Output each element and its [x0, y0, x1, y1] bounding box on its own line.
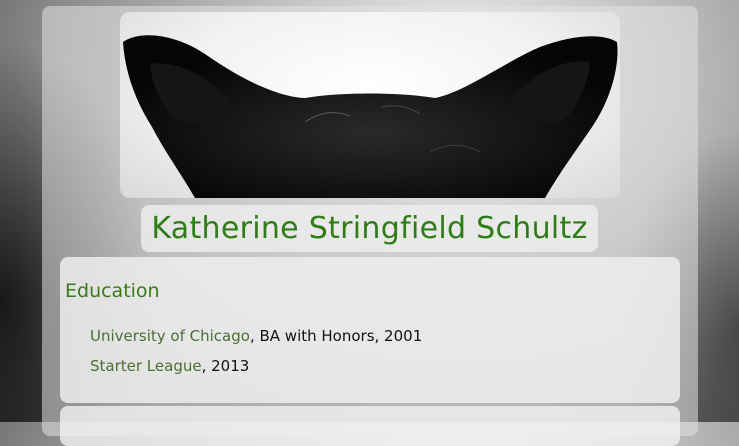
school-link-starter-league[interactable]: Starter League [90, 357, 202, 375]
header-photo [120, 12, 620, 198]
education-section: Education University of Chicago, BA with… [60, 257, 680, 403]
school-link-uchicago[interactable]: University of Chicago [90, 327, 250, 345]
education-detail: , 2013 [201, 357, 250, 375]
education-list: University of Chicago, BA with Honors, 2… [90, 327, 422, 387]
dog-ears-photo [123, 35, 618, 198]
education-heading: Education [65, 280, 160, 302]
next-section-card [60, 406, 680, 446]
education-item: University of Chicago, BA with Honors, 2… [90, 327, 422, 357]
person-name: Katherine Stringfield Schultz [151, 211, 588, 246]
education-item: Starter League, 2013 [90, 357, 422, 387]
education-detail: , BA with Honors, 2001 [249, 327, 423, 345]
name-banner: Katherine Stringfield Schultz [141, 205, 598, 252]
